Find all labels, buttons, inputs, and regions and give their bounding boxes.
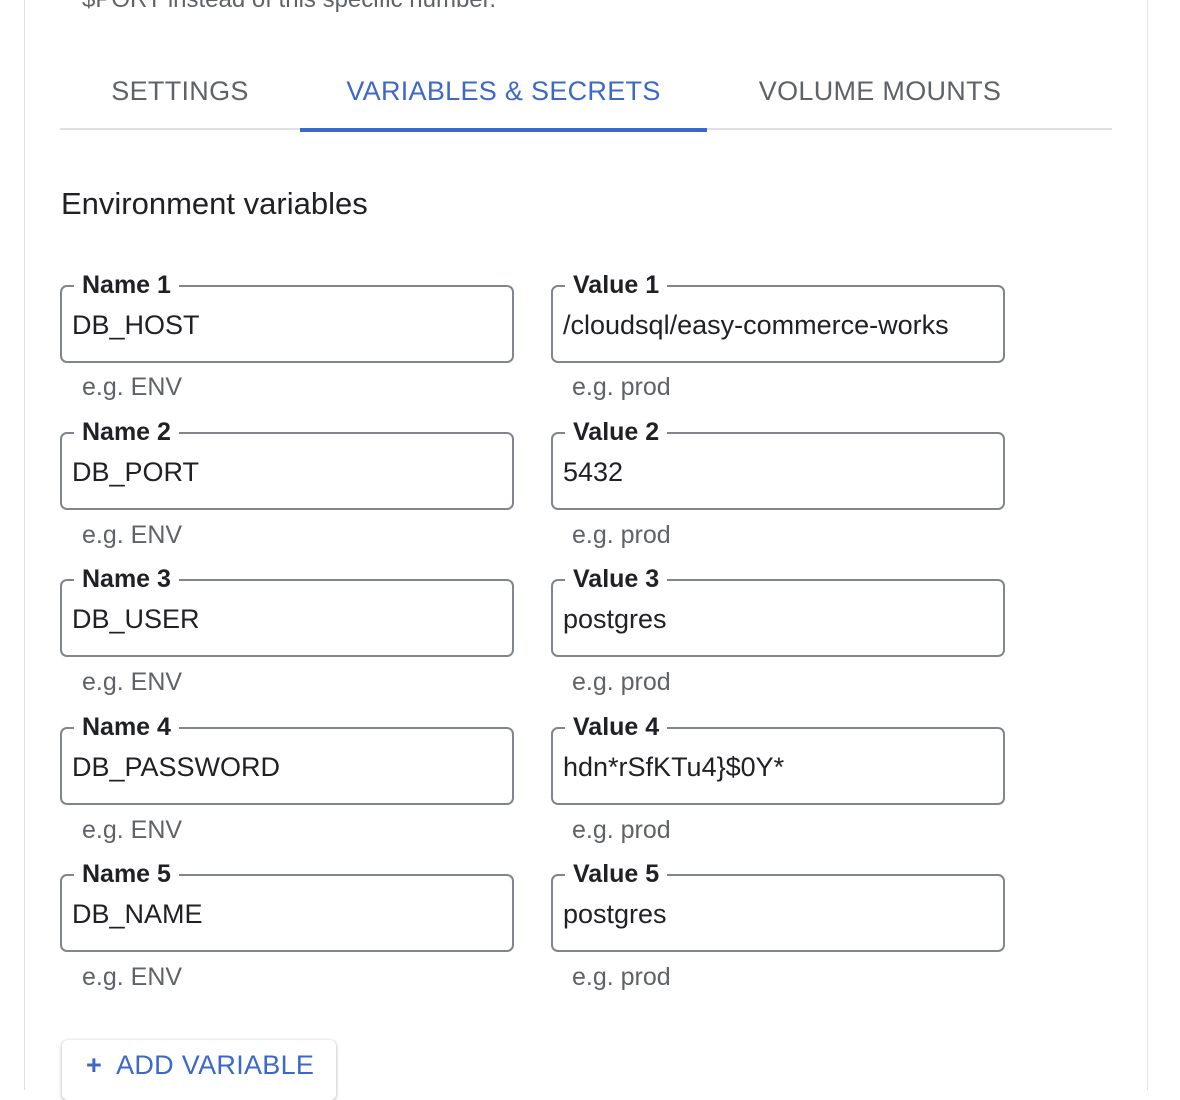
env-value-input-1[interactable] xyxy=(563,307,977,343)
env-value-field-5[interactable]: Value 5 xyxy=(551,857,1005,952)
env-name-input-2[interactable] xyxy=(72,454,486,490)
env-name-hint-2: e.g. ENV xyxy=(82,521,183,549)
env-value-hint-4: e.g. prod xyxy=(572,816,671,844)
section-title: Environment variables xyxy=(61,186,368,221)
env-value-input-3[interactable] xyxy=(563,601,977,637)
env-name-hint-3: e.g. ENV xyxy=(82,668,183,696)
env-value-hint-5: e.g. prod xyxy=(572,963,671,991)
env-name-field-3[interactable]: Name 3 xyxy=(60,562,514,657)
tab-variables-secrets[interactable]: VARIABLES & SECRETS xyxy=(300,52,707,132)
env-value-field-4[interactable]: Value 4 xyxy=(551,710,1005,805)
env-value-input-5[interactable] xyxy=(563,896,977,932)
env-name-input-5[interactable] xyxy=(72,896,486,932)
env-value-input-4[interactable] xyxy=(563,749,977,785)
env-name-input-3[interactable] xyxy=(72,601,486,637)
config-tabs: SETTINGS VARIABLES & SECRETS VOLUME MOUN… xyxy=(60,52,1112,132)
env-name-label-4: Name 4 xyxy=(74,710,179,744)
env-value-label-3: Value 3 xyxy=(565,562,668,596)
env-name-field-1[interactable]: Name 1 xyxy=(60,268,514,363)
env-name-field-2[interactable]: Name 2 xyxy=(60,415,514,510)
add-variable-button[interactable]: + ADD VARIABLE xyxy=(62,1040,336,1100)
env-name-label-2: Name 2 xyxy=(74,415,179,449)
env-value-input-2[interactable] xyxy=(563,454,977,490)
port-helper-text: $PORT instead of this specific number. xyxy=(82,0,496,14)
env-value-field-1[interactable]: Value 1 xyxy=(551,268,1005,363)
env-value-hint-1: e.g. prod xyxy=(572,373,671,401)
env-value-hint-2: e.g. prod xyxy=(572,521,671,549)
env-name-hint-4: e.g. ENV xyxy=(82,816,183,844)
env-name-hint-5: e.g. ENV xyxy=(82,963,183,991)
env-value-label-1: Value 1 xyxy=(565,268,668,302)
env-value-field-2[interactable]: Value 2 xyxy=(551,415,1005,510)
env-value-field-3[interactable]: Value 3 xyxy=(551,562,1005,657)
tab-volume-mounts[interactable]: VOLUME MOUNTS xyxy=(750,52,1010,130)
env-name-label-3: Name 3 xyxy=(74,562,179,596)
plus-icon: + xyxy=(86,1050,103,1080)
env-name-field-5[interactable]: Name 5 xyxy=(60,857,514,952)
env-value-label-5: Value 5 xyxy=(565,857,668,891)
env-name-input-1[interactable] xyxy=(72,307,486,343)
add-variable-label: ADD VARIABLE xyxy=(116,1050,315,1080)
env-name-field-4[interactable]: Name 4 xyxy=(60,710,514,805)
env-value-hint-3: e.g. prod xyxy=(572,668,671,696)
env-name-label-1: Name 1 xyxy=(74,268,179,302)
env-value-label-4: Value 4 xyxy=(565,710,668,744)
env-name-input-4[interactable] xyxy=(72,749,486,785)
env-value-label-2: Value 2 xyxy=(565,415,668,449)
env-name-hint-1: e.g. ENV xyxy=(82,373,183,401)
env-name-label-5: Name 5 xyxy=(74,857,179,891)
tab-settings[interactable]: SETTINGS xyxy=(100,52,260,130)
